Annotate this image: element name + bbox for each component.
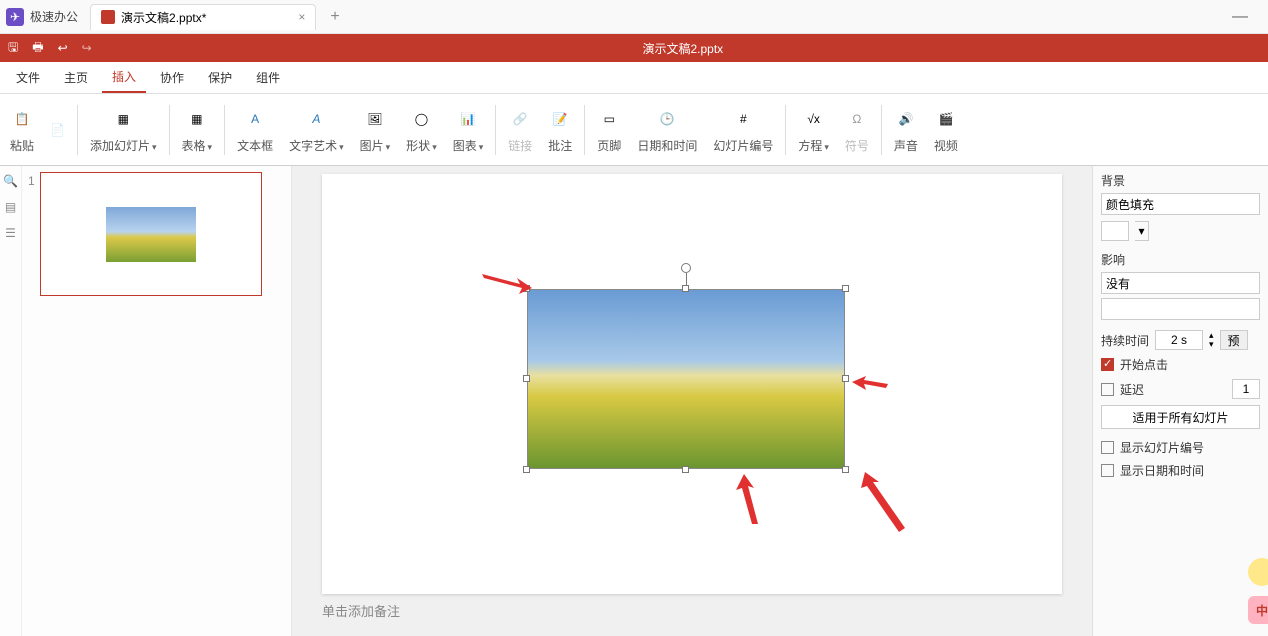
slides-icon[interactable]: ▤ [5,200,16,214]
notes-placeholder[interactable]: 单击添加备注 [322,601,400,620]
slide-number: 1 [28,174,40,296]
delay-label: 延迟 [1120,381,1144,398]
app-icon: ✈ [6,8,24,26]
tab-close-button[interactable]: × [298,10,305,24]
background-fill-select[interactable]: 颜色填充 [1101,193,1260,215]
delay-input[interactable] [1232,379,1260,399]
thumbnail-panel: 1 [22,166,292,636]
color-swatch[interactable] [1101,221,1129,241]
ime-indicator[interactable]: 中 [1248,596,1268,624]
image-button[interactable]: 🖼图片▾ [352,97,399,163]
copy-button: 📄 [42,97,73,163]
show-slidenum-label: 显示幻灯片编号 [1120,439,1204,456]
menu-protect[interactable]: 保护 [198,63,242,92]
outline-icon[interactable]: ☰ [5,226,16,240]
duration-label: 持续时间 [1101,332,1149,349]
helper-bubble[interactable] [1248,558,1268,586]
color-dropdown[interactable]: ▾ [1135,221,1149,241]
show-datetime-checkbox[interactable] [1101,464,1114,477]
canvas-area: 单击添加备注 [292,166,1092,636]
image-content [527,289,845,469]
shape-button[interactable]: ◯形状▾ [398,97,445,163]
redo-icon[interactable]: ↪ [82,41,92,55]
print-icon[interactable]: 🖶 [32,38,43,59]
paste-button[interactable]: 📋粘贴 [2,97,42,163]
comment-button[interactable]: 📝批注 [540,97,580,163]
titlebar: ✈ 极速办公 演示文稿2.pptx* × + — [0,0,1268,34]
audio-button[interactable]: 🔊声音 [886,97,926,163]
effect-subselect[interactable] [1101,298,1260,320]
annotation-arrow [732,474,762,524]
window-minimize-button[interactable]: — [1232,8,1248,26]
menu-insert[interactable]: 插入 [102,62,146,93]
chart-button[interactable]: 📊图表▾ [445,97,492,163]
main-area: 🔍 ▤ ☰ 1 [0,166,1268,636]
document-tab[interactable]: 演示文稿2.pptx* × [90,4,316,30]
menu-home[interactable]: 主页 [54,63,98,92]
background-label: 背景 [1101,174,1125,188]
ribbon: 📋粘贴 📄 ▦添加幻灯片▾ ▦表格▾ A文本框 A文字艺术▾ 🖼图片▾ ◯形状▾… [0,94,1268,166]
presentation-icon [101,10,115,24]
resize-handle-br[interactable] [842,466,849,473]
effect-label: 影响 [1101,253,1125,267]
footer-button[interactable]: ▭页脚 [589,97,629,163]
datetime-button[interactable]: 🕒日期和时间 [629,97,705,163]
resize-handle-t[interactable] [682,285,689,292]
undo-icon[interactable]: ↩ [58,41,68,55]
document-title: 演示文稿2.pptx [106,40,1260,57]
effect-select[interactable]: 没有 [1101,272,1260,294]
right-panel: 背景 颜色填充 ▾ 影响 没有 持续时间 ▴▾ 预 开始点击 [1092,166,1268,636]
show-datetime-label: 显示日期和时间 [1120,462,1204,479]
start-click-label: 开始点击 [1120,356,1168,373]
quick-toolbar: 🖫 🖶 ↩ ↪ 演示文稿2.pptx [0,34,1268,62]
menu-file[interactable]: 文件 [6,63,50,92]
add-slide-button[interactable]: ▦添加幻灯片▾ [82,97,165,163]
table-button[interactable]: ▦表格▾ [174,97,221,163]
rotate-handle[interactable] [681,263,691,273]
thumbnail-image [106,207,196,262]
left-sidebar: 🔍 ▤ ☰ [0,166,22,636]
menubar: 文件 主页 插入 协作 保护 组件 [0,62,1268,94]
symbol-button: Ω符号 [837,97,877,163]
start-click-checkbox[interactable] [1101,358,1114,371]
annotation-arrow [852,374,888,394]
annotation-arrow [857,472,907,532]
save-icon[interactable]: 🖫 [8,38,18,59]
new-tab-button[interactable]: + [330,8,339,26]
apply-all-button[interactable]: 适用于所有幻灯片 [1101,405,1260,429]
show-slidenum-checkbox[interactable] [1101,441,1114,454]
preview-button[interactable]: 预 [1220,330,1248,350]
resize-handle-tr[interactable] [842,285,849,292]
menu-collab[interactable]: 协作 [150,63,194,92]
app-name: 极速办公 [30,8,78,25]
resize-handle-b[interactable] [682,466,689,473]
duration-input[interactable] [1155,330,1203,350]
search-icon[interactable]: 🔍 [3,174,18,188]
delay-checkbox[interactable] [1101,383,1114,396]
textbox-button[interactable]: A文本框 [229,97,281,163]
resize-handle-tl[interactable] [523,285,530,292]
slidenum-button[interactable]: #幻灯片编号 [705,97,781,163]
resize-handle-bl[interactable] [523,466,530,473]
slide-canvas[interactable]: 单击添加备注 [322,174,1062,594]
wordart-button[interactable]: A文字艺术▾ [281,97,352,163]
video-button[interactable]: 🎬视频 [926,97,966,163]
duration-stepper[interactable]: ▴▾ [1209,331,1214,349]
equation-button[interactable]: √x方程▾ [790,97,837,163]
resize-handle-r[interactable] [842,375,849,382]
tab-title: 演示文稿2.pptx* [121,9,206,26]
menu-addin[interactable]: 组件 [246,63,290,92]
selected-image[interactable] [527,289,845,469]
resize-handle-l[interactable] [523,375,530,382]
slide-thumbnail[interactable] [40,172,262,296]
link-button: 🔗链接 [500,97,540,163]
